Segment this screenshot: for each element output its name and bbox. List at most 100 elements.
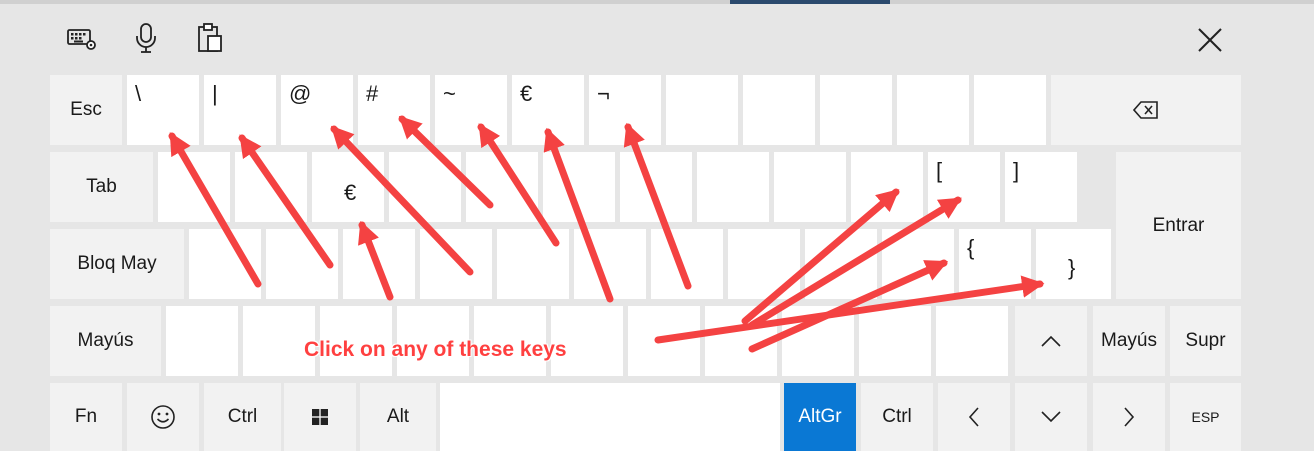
chevron-down-icon	[1041, 411, 1061, 423]
key-blank[interactable]	[697, 152, 769, 222]
key-blank[interactable]	[189, 229, 261, 299]
window-top-strip	[0, 0, 1314, 4]
arrow-up-key[interactable]	[1015, 306, 1087, 376]
key-not-sign[interactable]: ¬	[589, 75, 661, 145]
backspace-key[interactable]	[1051, 75, 1241, 145]
delete-key[interactable]: Supr	[1170, 306, 1241, 376]
arrow-right-key[interactable]	[1093, 383, 1165, 451]
windows-key[interactable]	[284, 383, 356, 451]
key-symbol: ~	[443, 81, 456, 106]
taskbar-strip	[730, 0, 890, 4]
key-label: Mayús	[1101, 330, 1157, 351]
key-blank[interactable]	[805, 229, 877, 299]
key-blank[interactable]	[497, 229, 569, 299]
language-key[interactable]: ESP	[1170, 383, 1241, 451]
key-symbol: @	[289, 81, 312, 106]
key-blank[interactable]	[158, 152, 230, 222]
enter-key[interactable]: Entrar	[1116, 152, 1241, 299]
clipboard-icon[interactable]	[192, 20, 228, 56]
key-blank[interactable]	[974, 75, 1046, 145]
key-blank[interactable]	[897, 75, 969, 145]
key-symbol: [	[936, 158, 943, 183]
key-blank[interactable]	[343, 229, 415, 299]
key-blank[interactable]	[266, 229, 338, 299]
key-label: Ctrl	[227, 406, 258, 427]
key-blank[interactable]	[543, 152, 615, 222]
chevron-left-icon	[968, 407, 979, 427]
key-bracket-close[interactable]: ]	[1005, 152, 1077, 222]
esc-key[interactable]: Esc	[50, 75, 122, 145]
microphone-icon[interactable]	[128, 20, 164, 56]
key-blank[interactable]	[782, 306, 854, 376]
key-blank[interactable]	[235, 152, 307, 222]
key-label: Mayús	[77, 330, 134, 351]
emoji-key[interactable]	[127, 383, 199, 451]
shift-left-key[interactable]: Mayús	[50, 306, 161, 376]
key-brace-close[interactable]: }	[1036, 229, 1111, 299]
alt-key[interactable]: Alt	[360, 383, 436, 451]
close-button[interactable]	[1190, 20, 1230, 60]
key-blank[interactable]	[705, 306, 777, 376]
key-euro[interactable]: €	[512, 75, 584, 145]
key-symbol: }	[1068, 255, 1076, 280]
key-symbol: |	[212, 81, 218, 106]
key-at[interactable]: @	[281, 75, 353, 145]
key-blank[interactable]	[774, 152, 846, 222]
key-bracket-open[interactable]: [	[928, 152, 1000, 222]
arrow-down-key[interactable]	[1015, 383, 1087, 451]
key-blank[interactable]	[574, 229, 646, 299]
key-blank[interactable]	[859, 306, 931, 376]
tab-key[interactable]: Tab	[50, 152, 153, 222]
key-blank[interactable]	[628, 306, 700, 376]
key-euro-e[interactable]: €	[312, 152, 384, 222]
key-hash[interactable]: #	[358, 75, 430, 145]
key-blank[interactable]	[820, 75, 892, 145]
key-blank[interactable]	[666, 75, 738, 145]
keyboard-settings-icon[interactable]	[64, 20, 100, 56]
key-label: Ctrl	[882, 406, 912, 427]
key-blank[interactable]	[743, 75, 815, 145]
key-symbol: {	[967, 235, 975, 260]
key-blank[interactable]	[389, 152, 461, 222]
key-blank[interactable]	[166, 306, 238, 376]
key-pipe[interactable]: |	[204, 75, 276, 145]
ctrl-right-key[interactable]: Ctrl	[861, 383, 933, 451]
key-blank[interactable]	[620, 152, 692, 222]
chevron-right-icon	[1124, 407, 1135, 427]
annotation-label: Click on any of these keys	[304, 338, 567, 361]
key-label: Esc	[70, 99, 102, 120]
shift-right-key[interactable]: Mayús	[1093, 306, 1165, 376]
key-label: Fn	[74, 406, 98, 427]
ctrl-left-key[interactable]: Ctrl	[204, 383, 281, 451]
key-blank[interactable]	[728, 229, 800, 299]
key-symbol: €	[344, 180, 357, 205]
key-blank[interactable]	[651, 229, 723, 299]
chevron-up-icon	[1041, 335, 1061, 347]
key-symbol: €	[520, 81, 533, 106]
fn-key[interactable]: Fn	[50, 383, 122, 451]
caps-lock-key[interactable]: Bloq May	[50, 229, 184, 299]
key-label: Tab	[86, 176, 117, 197]
key-backslash[interactable]: \	[127, 75, 199, 145]
key-label: Entrar	[1152, 214, 1205, 236]
key-label: ESP	[1191, 409, 1220, 425]
space-bar[interactable]	[440, 383, 780, 451]
key-label: Alt	[386, 406, 410, 427]
key-blank[interactable]	[882, 229, 954, 299]
key-brace-open[interactable]: {	[959, 229, 1031, 299]
key-label: AltGr	[798, 406, 842, 427]
key-label: Bloq May	[77, 253, 157, 274]
arrow-left-key[interactable]	[938, 383, 1010, 451]
key-blank[interactable]	[466, 152, 538, 222]
altgr-key[interactable]: AltGr	[784, 383, 856, 451]
key-symbol: ]	[1013, 158, 1020, 183]
key-blank[interactable]	[420, 229, 492, 299]
key-symbol: \	[135, 81, 142, 106]
key-symbol: #	[366, 81, 379, 106]
key-blank[interactable]	[936, 306, 1008, 376]
key-symbol: ¬	[597, 81, 610, 106]
key-tilde[interactable]: ~	[435, 75, 507, 145]
key-label: Supr	[1185, 330, 1226, 351]
smiley-icon	[151, 405, 175, 429]
key-blank[interactable]	[851, 152, 923, 222]
